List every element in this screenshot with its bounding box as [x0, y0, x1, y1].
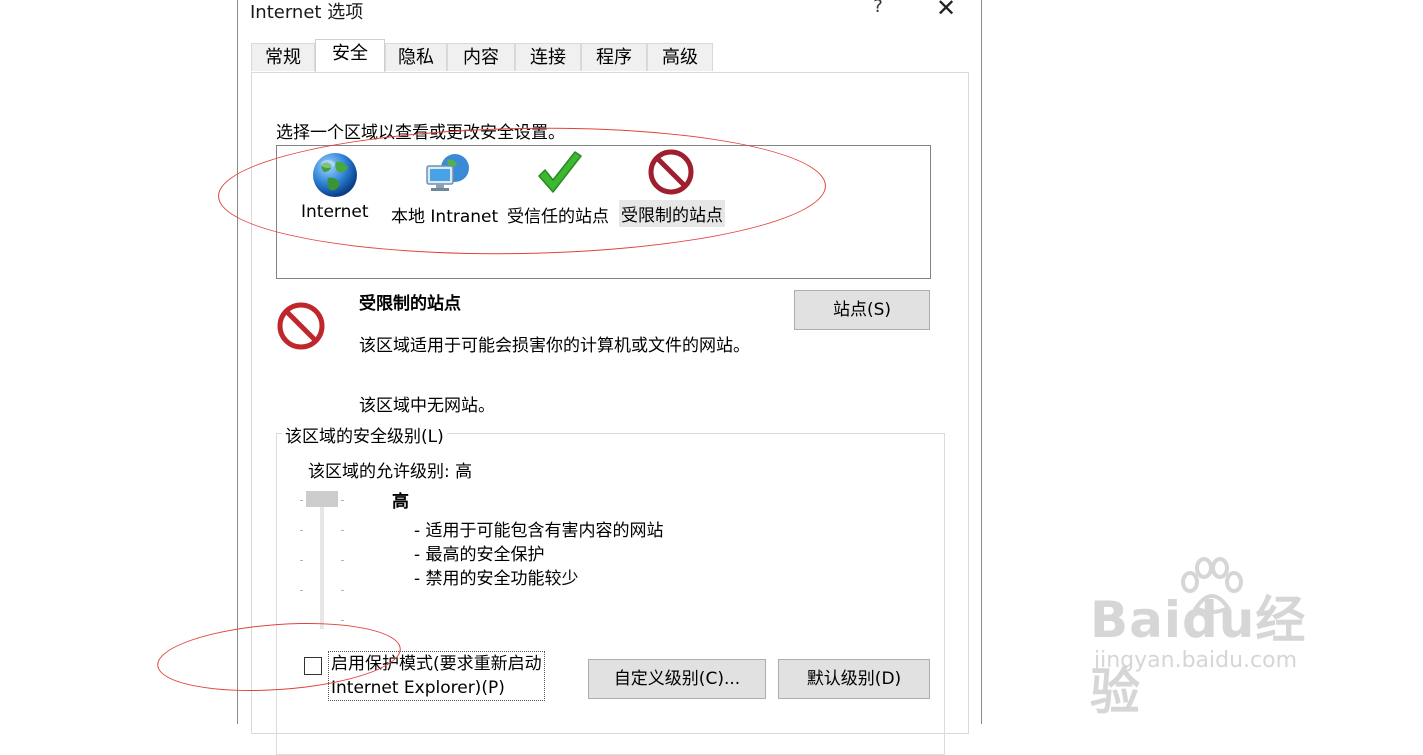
level-description: - 适用于可能包含有害内容的网站 - 最高的安全保护 - 禁用的安全功能较少: [414, 519, 664, 591]
watermark-url: jingyan.baidu.com: [1094, 648, 1298, 673]
baidu-watermark: Baidu经验 jingyan.baidu.com: [1090, 557, 1350, 721]
slider-thumb[interactable]: [306, 491, 338, 507]
zone-label-trusted-sites: 受信任的站点: [507, 207, 609, 227]
zone-restricted-sites[interactable]: 受限制的站点: [617, 146, 729, 236]
protected-mode-label-line: 启用保护模式(要求重新启动: [331, 654, 542, 674]
globe-icon: [313, 153, 357, 197]
level-description-line: - 最高的安全保护: [414, 545, 545, 565]
protected-mode-label[interactable]: 启用保护模式(要求重新启动 Internet Explorer)(P): [328, 651, 545, 701]
slider-tick: [300, 530, 303, 531]
zone-prompt: 选择一个区域以查看或更改安全设置。: [276, 123, 565, 143]
tab-privacy[interactable]: 隐私: [385, 43, 447, 71]
zone-list: Internet 本地 Intranet 受信任的站点 受限制的站点: [276, 145, 931, 279]
slider-tick: [341, 500, 344, 501]
tab-connections[interactable]: 连接: [515, 43, 581, 71]
selected-zone-title: 受限制的站点: [359, 294, 461, 314]
restricted-icon: [277, 302, 325, 350]
custom-level-button[interactable]: 自定义级别(C)...: [588, 659, 766, 699]
help-button[interactable]: ?: [858, 0, 898, 20]
computer-network-icon: [426, 154, 469, 191]
tab-security[interactable]: 安全: [315, 39, 385, 72]
zone-label-restricted-sites: 受限制的站点: [619, 200, 725, 227]
slider-tick: [300, 590, 303, 591]
allowed-level-text: 该区域的允许级别: 高: [308, 462, 473, 482]
restricted-icon: [648, 149, 694, 195]
zone-trusted-sites[interactable]: 受信任的站点: [505, 146, 617, 236]
level-description-line: - 适用于可能包含有害内容的网站: [414, 521, 664, 541]
selected-zone-no-sites: 该区域中无网站。: [359, 396, 495, 416]
tab-programs[interactable]: 程序: [581, 43, 647, 71]
level-name: 高: [392, 492, 409, 512]
level-description-line: - 禁用的安全功能较少: [414, 569, 579, 589]
close-button[interactable]: ✕: [926, 0, 966, 22]
security-panel: 选择一个区域以查看或更改安全设置。 Internet 本地 Intranet 受…: [251, 72, 969, 755]
dialog-title: Internet 选项: [250, 2, 364, 23]
zone-local-intranet[interactable]: 本地 Intranet: [389, 146, 505, 236]
protected-mode-checkbox[interactable]: [304, 657, 322, 675]
zone-internet[interactable]: Internet: [291, 146, 381, 236]
checkmark-icon: [538, 151, 582, 193]
tab-content[interactable]: 内容: [447, 43, 515, 71]
slider-tick: [341, 560, 344, 561]
slider-tick: [300, 500, 303, 501]
tab-advanced[interactable]: 高级: [647, 43, 713, 71]
zone-label-internet: Internet: [301, 202, 369, 222]
zone-label-local-intranet: 本地 Intranet: [391, 207, 499, 227]
slider-tick: [341, 530, 344, 531]
tab-general[interactable]: 常规: [251, 43, 315, 71]
security-level-group-label: 该区域的安全级别(L): [282, 422, 447, 447]
slider-tick: [300, 560, 303, 561]
protected-mode-label-line: Internet Explorer)(P): [331, 678, 505, 698]
default-level-button[interactable]: 默认级别(D): [778, 659, 930, 699]
internet-options-dialog: Internet 选项 ? ✕ 常规 安全 隐私 内容 连接 程序 高级 选择一…: [237, 0, 982, 755]
sites-button[interactable]: 站点(S): [794, 290, 930, 330]
slider-tick: [341, 620, 344, 621]
selected-zone-description: 该区域适用于可能会损害你的计算机或文件的网站。: [359, 336, 750, 356]
slider-track[interactable]: [320, 493, 324, 629]
slider-tick: [341, 590, 344, 591]
